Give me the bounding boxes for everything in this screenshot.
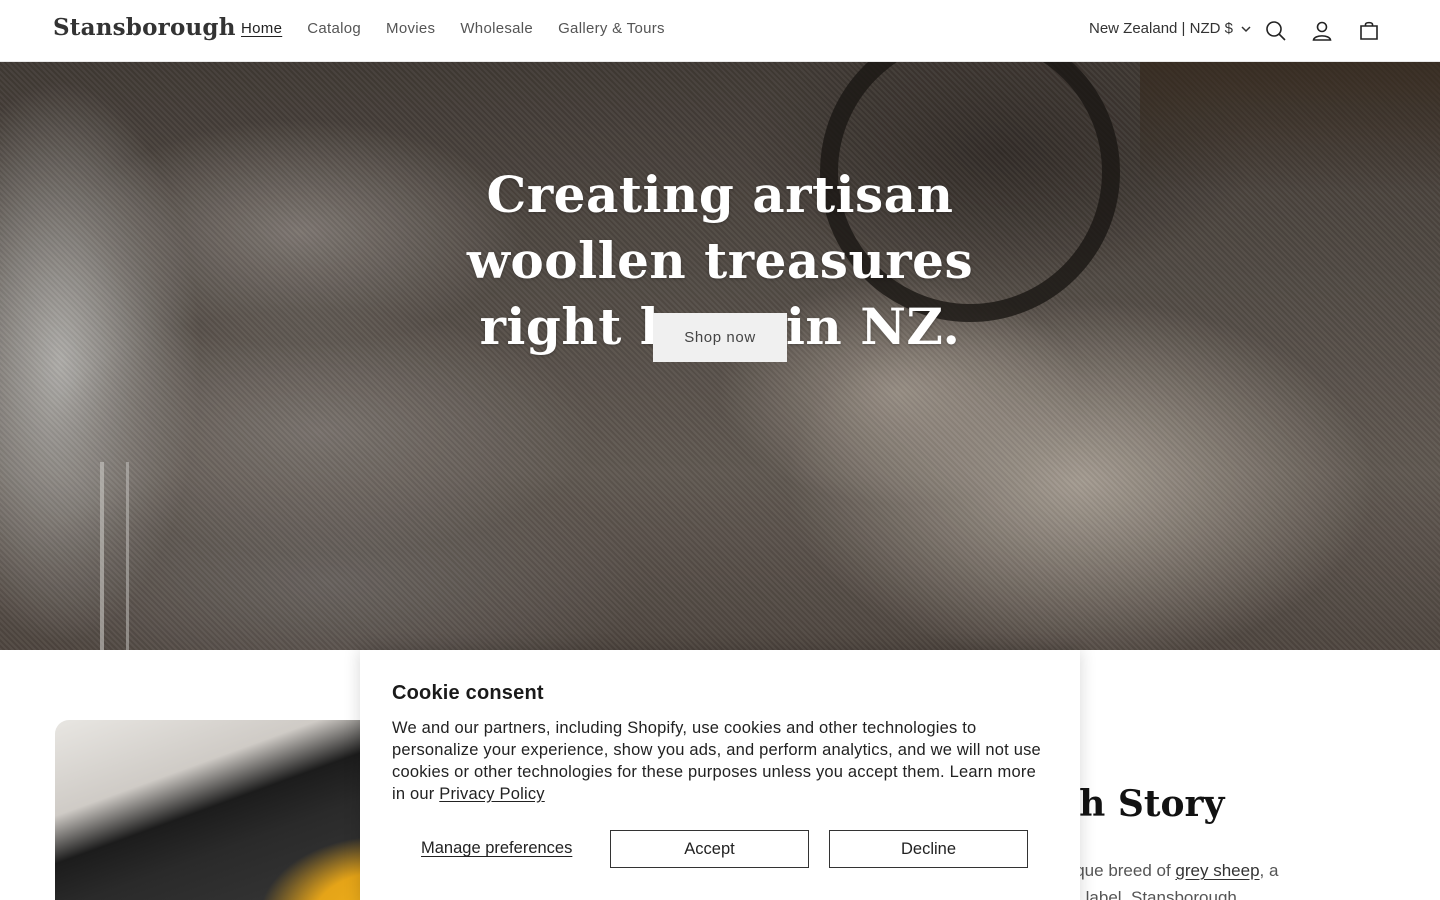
account-icon[interactable] [1308, 17, 1336, 45]
hero-banner: Creating artisan woollen treasures right… [0, 62, 1440, 650]
manage-preferences-link[interactable]: Manage preferences [421, 839, 572, 858]
cookie-consent-dialog: Cookie consent We and our partners, incl… [360, 650, 1080, 900]
nav-wholesale[interactable]: Wholesale [460, 20, 533, 37]
privacy-policy-link[interactable]: Privacy Policy [439, 785, 545, 803]
search-icon[interactable] [1262, 17, 1290, 45]
chevron-down-icon [1241, 25, 1251, 32]
cookie-body: We and our partners, including Shopify, … [392, 717, 1048, 805]
cookie-actions: Manage preferences Accept Decline [392, 830, 1048, 868]
cookie-title: Cookie consent [392, 682, 544, 704]
nav-catalog[interactable]: Catalog [307, 20, 361, 37]
shop-now-button[interactable]: Shop now [653, 313, 787, 362]
country-label: New Zealand | NZD $ [1089, 20, 1233, 37]
site-logo[interactable]: Stansborough [53, 14, 236, 41]
country-currency-selector[interactable]: New Zealand | NZD $ [1089, 20, 1253, 37]
nav-movies[interactable]: Movies [386, 20, 435, 37]
cart-icon[interactable] [1355, 17, 1383, 45]
story-text-suffix: , a [1259, 861, 1279, 880]
story-text-line2: on label. Stansborough [1062, 888, 1237, 900]
accept-button[interactable]: Accept [610, 830, 809, 868]
nav-home[interactable]: Home [241, 20, 282, 37]
grey-sheep-link[interactable]: grey sheep [1175, 861, 1259, 880]
decline-button[interactable]: Decline [829, 830, 1028, 868]
nav-gallery-tours[interactable]: Gallery & Tours [558, 20, 665, 37]
site-header: Stansborough Home Catalog Movies Wholesa… [0, 0, 1440, 62]
story-text: nique breed of grey sheep, a on label. S… [1062, 857, 1302, 900]
story-image [55, 720, 385, 900]
main-nav: Home Catalog Movies Wholesale Gallery & … [241, 20, 690, 37]
